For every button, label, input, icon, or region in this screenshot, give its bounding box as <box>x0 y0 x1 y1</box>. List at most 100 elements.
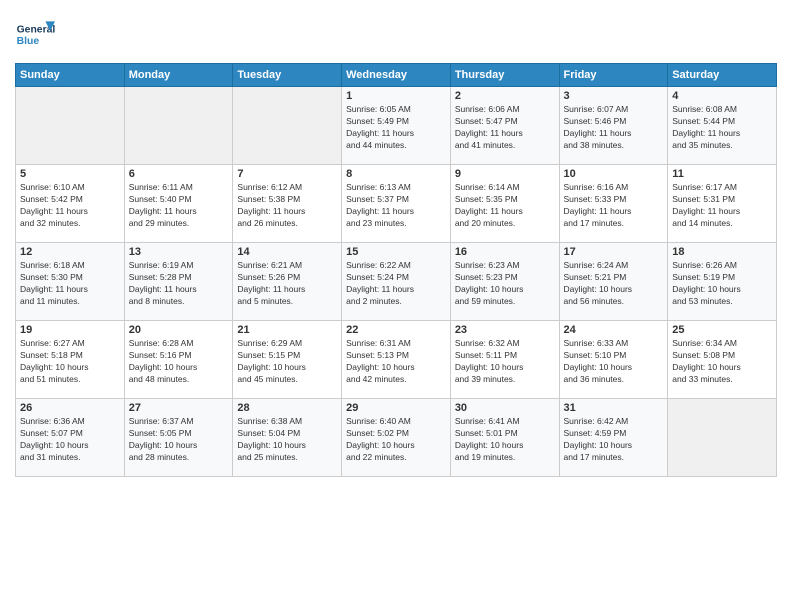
calendar-cell: 19 Sunrise: 6:27 AM Sunset: 5:18 PM Dayli… <box>16 321 125 399</box>
day-number: 12 <box>20 246 120 258</box>
day-info: Sunrise: 6:07 AM Sunset: 5:46 PM Dayligh… <box>564 104 664 152</box>
calendar-cell <box>668 399 777 477</box>
calendar-cell: 15 Sunrise: 6:22 AM Sunset: 5:24 PM Dayli… <box>342 243 451 321</box>
calendar-cell: 16 Sunrise: 6:23 AM Sunset: 5:23 PM Dayli… <box>450 243 559 321</box>
calendar-cell: 1 Sunrise: 6:05 AM Sunset: 5:49 PM Daylig… <box>342 87 451 165</box>
calendar-table: SundayMondayTuesdayWednesdayThursdayFrid… <box>15 63 777 477</box>
day-info: Sunrise: 6:10 AM Sunset: 5:42 PM Dayligh… <box>20 182 120 230</box>
day-number: 21 <box>237 324 337 336</box>
day-info: Sunrise: 6:14 AM Sunset: 5:35 PM Dayligh… <box>455 182 555 230</box>
day-info: Sunrise: 6:33 AM Sunset: 5:10 PM Dayligh… <box>564 338 664 386</box>
day-number: 15 <box>346 246 446 258</box>
calendar-cell: 10Sunrise: 6:16 AM Sunset: 5:33 PM Dayli… <box>559 165 668 243</box>
calendar-cell: 24 Sunrise: 6:33 AM Sunset: 5:10 PM Dayli… <box>559 321 668 399</box>
calendar-container: General Blue SundayMondayTuesdayWednesda… <box>0 0 792 612</box>
calendar-cell: 9 Sunrise: 6:14 AM Sunset: 5:35 PM Daylig… <box>450 165 559 243</box>
day-info: Sunrise: 6:18 AM Sunset: 5:30 PM Dayligh… <box>20 260 120 308</box>
day-info: Sunrise: 6:05 AM Sunset: 5:49 PM Dayligh… <box>346 104 446 152</box>
day-info: Sunrise: 6:06 AM Sunset: 5:47 PM Dayligh… <box>455 104 555 152</box>
weekday-header-monday: Monday <box>124 64 233 87</box>
calendar-week-row: 19 Sunrise: 6:27 AM Sunset: 5:18 PM Dayli… <box>16 321 777 399</box>
calendar-cell: 25 Sunrise: 6:34 AM Sunset: 5:08 PM Dayli… <box>668 321 777 399</box>
day-info: Sunrise: 6:24 AM Sunset: 5:21 PM Dayligh… <box>564 260 664 308</box>
day-number: 3 <box>564 90 664 102</box>
calendar-cell: 7 Sunrise: 6:12 AM Sunset: 5:38 PM Daylig… <box>233 165 342 243</box>
calendar-cell: 27 Sunrise: 6:37 AM Sunset: 5:05 PM Dayli… <box>124 399 233 477</box>
day-info: Sunrise: 6:32 AM Sunset: 5:11 PM Dayligh… <box>455 338 555 386</box>
calendar-cell: 5 Sunrise: 6:10 AM Sunset: 5:42 PM Daylig… <box>16 165 125 243</box>
day-info: Sunrise: 6:27 AM Sunset: 5:18 PM Dayligh… <box>20 338 120 386</box>
day-number: 31 <box>564 402 664 414</box>
day-info: Sunrise: 6:40 AM Sunset: 5:02 PM Dayligh… <box>346 416 446 464</box>
day-info: Sunrise: 6:13 AM Sunset: 5:37 PM Dayligh… <box>346 182 446 230</box>
day-number: 11 <box>672 168 772 180</box>
day-number: 14 <box>237 246 337 258</box>
calendar-cell: 20Sunrise: 6:28 AM Sunset: 5:16 PM Dayli… <box>124 321 233 399</box>
day-number: 27 <box>129 402 229 414</box>
day-number: 26 <box>20 402 120 414</box>
calendar-cell: 8 Sunrise: 6:13 AM Sunset: 5:37 PM Daylig… <box>342 165 451 243</box>
day-info: Sunrise: 6:31 AM Sunset: 5:13 PM Dayligh… <box>346 338 446 386</box>
calendar-cell: 21 Sunrise: 6:29 AM Sunset: 5:15 PM Dayli… <box>233 321 342 399</box>
day-number: 17 <box>564 246 664 258</box>
day-number: 25 <box>672 324 772 336</box>
day-number: 30 <box>455 402 555 414</box>
day-number: 19 <box>20 324 120 336</box>
day-info: Sunrise: 6:36 AM Sunset: 5:07 PM Dayligh… <box>20 416 120 464</box>
day-number: 28 <box>237 402 337 414</box>
day-number: 5 <box>20 168 120 180</box>
day-info: Sunrise: 6:29 AM Sunset: 5:15 PM Dayligh… <box>237 338 337 386</box>
day-number: 1 <box>346 90 446 102</box>
calendar-cell <box>16 87 125 165</box>
day-info: Sunrise: 6:08 AM Sunset: 5:44 PM Dayligh… <box>672 104 772 152</box>
day-number: 9 <box>455 168 555 180</box>
calendar-cell: 13Sunrise: 6:19 AM Sunset: 5:28 PM Dayli… <box>124 243 233 321</box>
day-info: Sunrise: 6:37 AM Sunset: 5:05 PM Dayligh… <box>129 416 229 464</box>
weekday-header-wednesday: Wednesday <box>342 64 451 87</box>
calendar-cell: 28Sunrise: 6:38 AM Sunset: 5:04 PM Dayli… <box>233 399 342 477</box>
day-number: 6 <box>129 168 229 180</box>
day-info: Sunrise: 6:16 AM Sunset: 5:33 PM Dayligh… <box>564 182 664 230</box>
day-number: 24 <box>564 324 664 336</box>
calendar-cell: 11 Sunrise: 6:17 AM Sunset: 5:31 PM Dayli… <box>668 165 777 243</box>
day-number: 4 <box>672 90 772 102</box>
calendar-week-row: 26 Sunrise: 6:36 AM Sunset: 5:07 PM Dayli… <box>16 399 777 477</box>
day-info: Sunrise: 6:11 AM Sunset: 5:40 PM Dayligh… <box>129 182 229 230</box>
day-number: 8 <box>346 168 446 180</box>
day-info: Sunrise: 6:34 AM Sunset: 5:08 PM Dayligh… <box>672 338 772 386</box>
day-number: 20 <box>129 324 229 336</box>
day-number: 16 <box>455 246 555 258</box>
day-number: 29 <box>346 402 446 414</box>
calendar-cell <box>124 87 233 165</box>
weekday-header-saturday: Saturday <box>668 64 777 87</box>
calendar-cell: 14 Sunrise: 6:21 AM Sunset: 5:26 PM Dayli… <box>233 243 342 321</box>
svg-text:Blue: Blue <box>17 36 40 47</box>
day-info: Sunrise: 6:12 AM Sunset: 5:38 PM Dayligh… <box>237 182 337 230</box>
day-info: Sunrise: 6:22 AM Sunset: 5:24 PM Dayligh… <box>346 260 446 308</box>
calendar-cell <box>233 87 342 165</box>
calendar-week-row: 5 Sunrise: 6:10 AM Sunset: 5:42 PM Daylig… <box>16 165 777 243</box>
calendar-header: SundayMondayTuesdayWednesdayThursdayFrid… <box>16 64 777 87</box>
calendar-cell: 26 Sunrise: 6:36 AM Sunset: 5:07 PM Dayli… <box>16 399 125 477</box>
weekday-header-row: SundayMondayTuesdayWednesdayThursdayFrid… <box>16 64 777 87</box>
calendar-cell: 18Sunrise: 6:26 AM Sunset: 5:19 PM Dayli… <box>668 243 777 321</box>
header: General Blue <box>15 10 777 55</box>
calendar-cell: 17 Sunrise: 6:24 AM Sunset: 5:21 PM Dayli… <box>559 243 668 321</box>
calendar-cell: 3 Sunrise: 6:07 AM Sunset: 5:46 PM Daylig… <box>559 87 668 165</box>
weekday-header-thursday: Thursday <box>450 64 559 87</box>
day-number: 23 <box>455 324 555 336</box>
day-info: Sunrise: 6:42 AM Sunset: 4:59 PM Dayligh… <box>564 416 664 464</box>
calendar-cell: 31 Sunrise: 6:42 AM Sunset: 4:59 PM Dayli… <box>559 399 668 477</box>
calendar-body: 1 Sunrise: 6:05 AM Sunset: 5:49 PM Daylig… <box>16 87 777 477</box>
calendar-cell: 4 Sunrise: 6:08 AM Sunset: 5:44 PM Daylig… <box>668 87 777 165</box>
day-info: Sunrise: 6:17 AM Sunset: 5:31 PM Dayligh… <box>672 182 772 230</box>
day-number: 13 <box>129 246 229 258</box>
calendar-cell: 23 Sunrise: 6:32 AM Sunset: 5:11 PM Dayli… <box>450 321 559 399</box>
calendar-cell: 2Sunrise: 6:06 AM Sunset: 5:47 PM Daylig… <box>450 87 559 165</box>
day-info: Sunrise: 6:21 AM Sunset: 5:26 PM Dayligh… <box>237 260 337 308</box>
calendar-week-row: 12 Sunrise: 6:18 AM Sunset: 5:30 PM Dayli… <box>16 243 777 321</box>
calendar-cell: 29 Sunrise: 6:40 AM Sunset: 5:02 PM Dayli… <box>342 399 451 477</box>
day-info: Sunrise: 6:23 AM Sunset: 5:23 PM Dayligh… <box>455 260 555 308</box>
day-number: 7 <box>237 168 337 180</box>
calendar-cell: 12 Sunrise: 6:18 AM Sunset: 5:30 PM Dayli… <box>16 243 125 321</box>
